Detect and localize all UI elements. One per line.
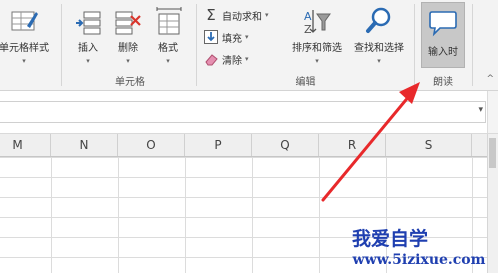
watermark-url: www.5izixue.com [352,252,486,268]
svg-text:A: A [304,10,312,23]
chevron-down-icon: ▾ [166,57,170,65]
clear-button[interactable]: 清除 ▾ [203,50,249,68]
sort-filter-icon: A Z [302,6,332,36]
chevron-down-icon: ▾ [245,33,249,41]
formula-input[interactable]: ▾ [0,101,486,123]
chevron-down-icon: ▾ [315,57,319,65]
column-header-m[interactable]: M [0,134,51,156]
sort-filter-button[interactable]: A Z 排序和筛选 ▾ [288,2,346,66]
clear-label: 清除 [222,55,242,67]
speak-on-enter-button[interactable]: 输入时 [421,2,465,68]
insert-button[interactable]: 插入 ▾ [70,2,106,66]
gridline [319,157,320,273]
autosum-button[interactable]: Σ 自动求和 ▾ [203,6,269,24]
fill-down-icon [203,29,219,45]
insert-cells-icon [73,6,103,36]
fill-button[interactable]: 填充 ▾ [203,28,249,46]
column-header-r[interactable]: R [319,134,386,156]
find-select-button[interactable]: 查找和选择 ▾ [350,2,408,66]
collapse-ribbon-icon[interactable]: ^ [486,74,494,84]
speak-on-enter-label: 输入时 [428,47,458,58]
delete-cells-icon [113,6,143,36]
cell-style-button[interactable]: 单元格样式 ▾ [0,2,56,66]
gridline [118,157,119,273]
group-separator [61,4,62,86]
expand-formula-bar-icon[interactable]: ▾ [478,105,483,115]
delete-button[interactable]: 删除 ▾ [110,2,146,66]
column-header-o[interactable]: O [118,134,185,156]
gridline [51,157,52,273]
sort-filter-label: 排序和筛选 [292,43,342,54]
speech-bubble-icon [428,8,458,38]
group-separator [414,4,415,86]
chevron-down-icon: ▾ [245,55,249,63]
column-header-s[interactable]: S [386,134,472,156]
format-button[interactable]: 格式 ▾ [150,2,186,66]
chevron-down-icon: ▾ [22,57,26,65]
chevron-down-icon: ▾ [265,11,269,19]
scrollbar-thumb[interactable] [489,138,496,168]
magnifier-icon [364,6,394,36]
watermark-title: 我爱自学 [351,228,428,250]
sigma-icon: Σ [206,6,216,24]
column-header-row: M N O P Q R S [0,134,488,157]
formula-bar-scroll[interactable] [487,91,498,133]
column-header-p[interactable]: P [185,134,252,156]
find-select-label: 查找和选择 [354,43,404,54]
formula-bar: ▾ [0,91,498,134]
chevron-down-icon: ▾ [377,57,381,65]
column-header-n[interactable]: N [51,134,118,156]
ribbon: 单元格样式 ▾ 插入 ▾ 删除 ▾ 格式 ▾ 单元格 Σ 自动求和 ▾ 填充 ▾… [0,0,498,91]
autosum-label: 自动求和 [222,11,262,23]
edit-group-label: 编辑 [295,77,316,88]
group-separator [196,4,197,86]
cell-style-label: 单元格样式 [0,43,49,54]
cells-group-label: 单元格 [115,77,145,88]
gridline [185,157,186,273]
chevron-down-icon: ▾ [86,57,90,65]
insert-label: 插入 [78,43,98,54]
column-header-q[interactable]: Q [252,134,319,156]
read-group-label: 朗读 [433,77,453,88]
gridline [252,157,253,273]
delete-label: 删除 [118,43,138,54]
fill-label: 填充 [222,33,242,45]
group-separator [472,4,473,86]
format-cells-icon [153,6,183,36]
format-label: 格式 [158,43,178,54]
eraser-icon [203,51,219,67]
chevron-down-icon: ▾ [126,57,130,65]
cell-style-icon [9,6,39,36]
